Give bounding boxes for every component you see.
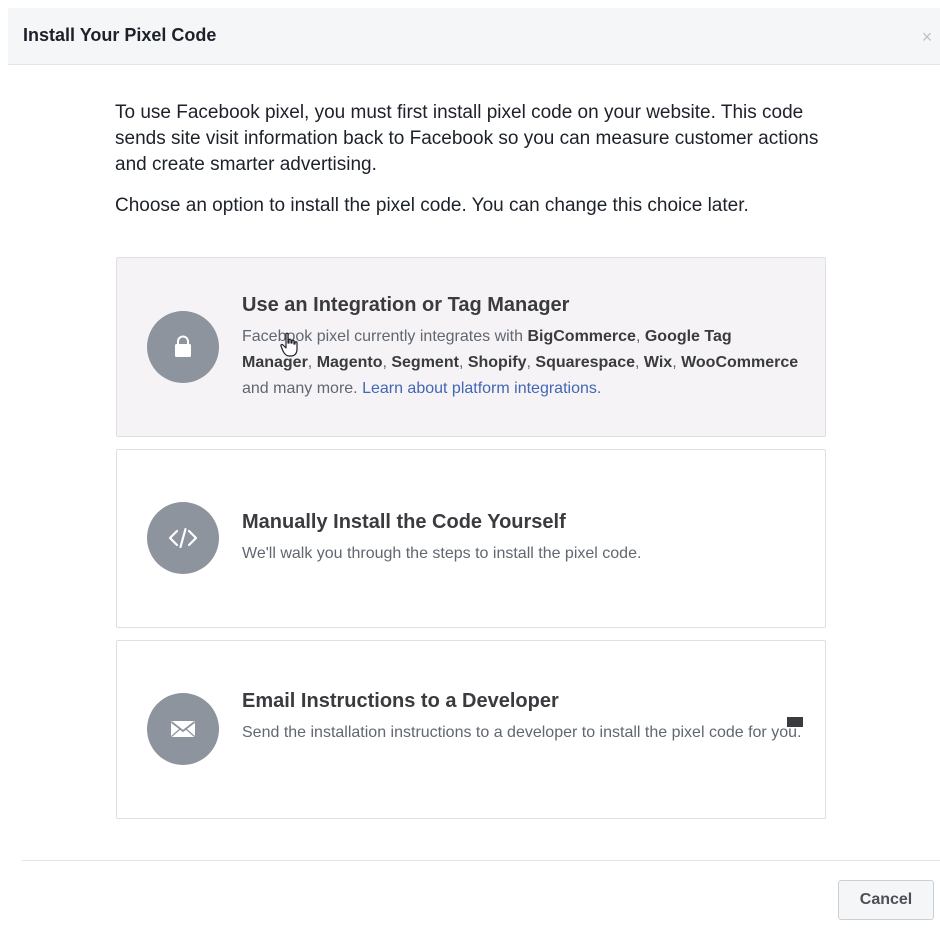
dialog-header: Install Your Pixel Code × — [8, 8, 940, 65]
option-email-developer[interactable]: Email Instructions to a Developer Send t… — [116, 640, 826, 819]
code-icon — [147, 502, 219, 574]
platform-name: BigCommerce — [527, 328, 636, 345]
option-description: We'll walk you through the steps to inst… — [242, 545, 642, 562]
envelope-icon — [147, 693, 219, 765]
option-integration-tag-manager[interactable]: Use an Integration or Tag Manager Facebo… — [116, 257, 826, 437]
option-title: Manually Install the Code Yourself — [242, 511, 566, 533]
option-title: Email Instructions to a Developer — [242, 690, 559, 712]
cancel-button[interactable]: Cancel — [838, 880, 934, 920]
platform-name: Segment — [391, 354, 459, 371]
platform-name: Magento — [316, 354, 383, 371]
intro-text: To use Facebook pixel, you must first in… — [115, 100, 835, 219]
close-icon[interactable]: × — [916, 26, 938, 48]
platform-integrations-link[interactable]: Learn about platform integrations. — [362, 380, 601, 397]
platform-name: Squarespace — [535, 354, 635, 371]
platform-name: WooCommerce — [681, 354, 799, 371]
footer-divider — [22, 860, 940, 861]
screen-artifact — [787, 717, 803, 727]
option-manual-install[interactable]: Manually Install the Code Yourself We'll… — [116, 449, 826, 628]
intro-paragraph-2: Choose an option to install the pixel co… — [115, 195, 749, 216]
shopping-bag-icon — [147, 311, 219, 383]
option-description: Facebook pixel currently integrates with… — [242, 328, 799, 397]
option-title: Use an Integration or Tag Manager — [242, 294, 570, 316]
dialog-title: Install Your Pixel Code — [23, 25, 217, 45]
option-description: Send the installation instructions to a … — [242, 724, 802, 741]
platform-name: Shopify — [467, 354, 527, 371]
hand-cursor-icon — [279, 332, 301, 358]
platform-name: Wix — [643, 354, 673, 371]
intro-paragraph-1: To use Facebook pixel, you must first in… — [115, 102, 819, 175]
